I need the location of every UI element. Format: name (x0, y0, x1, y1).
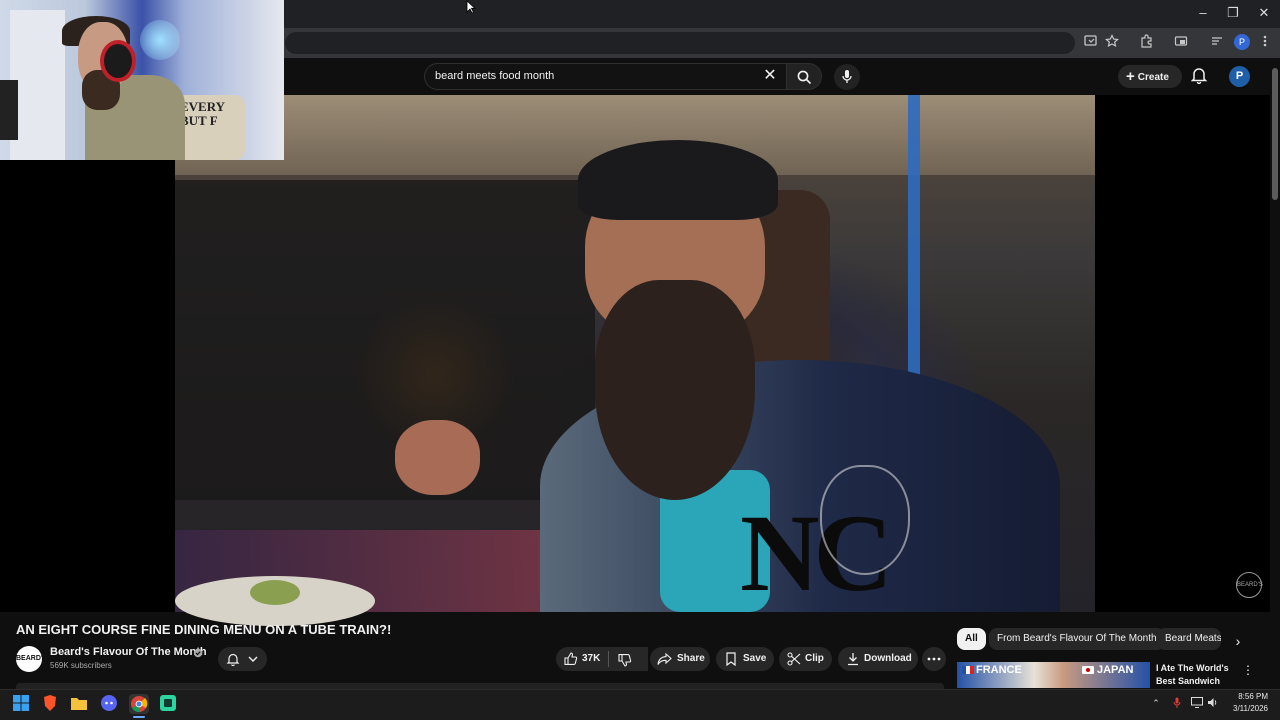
scrollbar-thumb[interactable] (1272, 68, 1278, 200)
more-actions-button[interactable] (922, 647, 946, 671)
save-button[interactable]: Save (716, 647, 774, 671)
clear-search-icon[interactable]: ✕ (760, 66, 780, 86)
save-label: Save (743, 653, 767, 664)
more-horizontal-icon (927, 657, 941, 661)
verified-badge-icon (193, 648, 203, 660)
bell-icon (226, 653, 240, 666)
address-bar[interactable] (285, 32, 1075, 54)
man-beard (595, 280, 755, 500)
media-controls-icon[interactable] (1172, 34, 1190, 52)
webcam-door (10, 10, 65, 160)
webcam-lamp (140, 20, 180, 60)
download-button[interactable]: Download (838, 647, 918, 671)
extensions-icon[interactable] (1137, 34, 1155, 52)
minimize-button[interactable]: – (1188, 4, 1218, 22)
taskbar-clock-date[interactable]: 3/11/2026 (1226, 704, 1268, 713)
webcam-chair-text: EVERY BUT F (180, 99, 226, 128)
subscribed-notifications-button[interactable] (218, 647, 267, 671)
webcam-headset (100, 40, 136, 82)
like-count: 37K (582, 653, 601, 664)
file-explorer-icon[interactable] (70, 694, 90, 714)
active-app-indicator (133, 716, 145, 718)
japan-flag-icon (1082, 666, 1094, 674)
chip-beard-meats[interactable]: Beard Meats (1157, 628, 1221, 650)
man-hand (395, 420, 480, 495)
browser-menu-icon[interactable] (1256, 34, 1274, 52)
create-label: Create (1137, 72, 1169, 83)
bookmark-icon (726, 652, 736, 666)
wine-glass (820, 465, 910, 575)
chip-all[interactable]: All (957, 628, 986, 650)
video-title: AN EIGHT COURSE FINE DINING MENU ON A TU… (16, 622, 392, 637)
channel-watermark[interactable]: BEARD'S (1236, 572, 1263, 598)
brave-browser-icon[interactable] (41, 694, 61, 714)
dislike-button[interactable] (609, 647, 644, 671)
windows-start-icon[interactable] (12, 694, 32, 714)
share-button[interactable]: Share (650, 647, 710, 671)
discord-icon[interactable] (100, 694, 120, 714)
app-icon[interactable] (159, 694, 179, 714)
chevron-down-icon (248, 656, 258, 662)
chip-from-channel[interactable]: From Beard's Flavour Of The Month (989, 628, 1165, 650)
webcam-overlay: EVERY BUT F (0, 0, 284, 160)
account-avatar[interactable]: P (1229, 66, 1250, 87)
more-vertical-icon[interactable]: ⋮ (1242, 662, 1254, 678)
download-icon (848, 653, 858, 666)
search-input[interactable]: beard meets food month (424, 63, 786, 90)
windows-taskbar (0, 689, 1280, 720)
thumbs-up-icon (564, 652, 578, 665)
tray-chevron-up-icon[interactable]: ⌃ (1150, 697, 1162, 709)
france-flag-icon (962, 666, 974, 674)
taskbar-clock-time[interactable]: 8:56 PM (1226, 692, 1268, 701)
reading-list-icon[interactable] (1208, 34, 1226, 52)
restore-button[interactable]: ❐ (1218, 4, 1248, 22)
recommendation-title[interactable]: I Ate The World's Best Sandwich (1156, 662, 1236, 688)
bookmark-star-icon[interactable] (1103, 34, 1121, 52)
download-label: Download (864, 653, 912, 664)
scissors-icon (787, 652, 801, 666)
cast-icon[interactable] (1082, 34, 1100, 52)
man-cap (578, 140, 778, 220)
close-window-button[interactable]: ✕ (1249, 4, 1279, 22)
tray-microphone-icon[interactable] (1171, 697, 1183, 709)
tray-display-icon[interactable] (1191, 697, 1203, 709)
tray-volume-icon[interactable] (1207, 697, 1219, 709)
plate-food (250, 580, 300, 605)
plus-icon: + (1126, 68, 1135, 85)
clip-label: Clip (805, 653, 824, 664)
share-label: Share (677, 653, 705, 664)
chevron-right-icon[interactable]: › (1230, 633, 1246, 649)
channel-avatar[interactable]: BEARD'S (16, 646, 47, 672)
thumbnail-label-left: FRANCE (976, 664, 1022, 676)
mouse-cursor-icon (466, 0, 476, 14)
browser-profile-avatar[interactable]: P (1234, 34, 1250, 50)
chrome-icon[interactable] (129, 694, 149, 714)
notifications-bell-icon[interactable] (1190, 66, 1210, 86)
thumbnail-label-right: JAPAN (1097, 664, 1134, 676)
share-icon (657, 652, 672, 665)
train-window (175, 180, 595, 500)
microphone-icon (842, 70, 852, 83)
voice-search-button[interactable] (834, 64, 860, 90)
search-button[interactable] (786, 63, 822, 90)
search-icon (797, 70, 812, 85)
thumbs-down-icon (618, 654, 632, 667)
clip-button[interactable]: Clip (779, 647, 832, 671)
channel-name[interactable]: Beard's Flavour Of The Month (50, 646, 207, 658)
create-button[interactable]: + Create (1118, 65, 1182, 88)
webcam-microphone-arm (0, 80, 18, 140)
subscriber-count: 569K subscribers (50, 661, 112, 670)
